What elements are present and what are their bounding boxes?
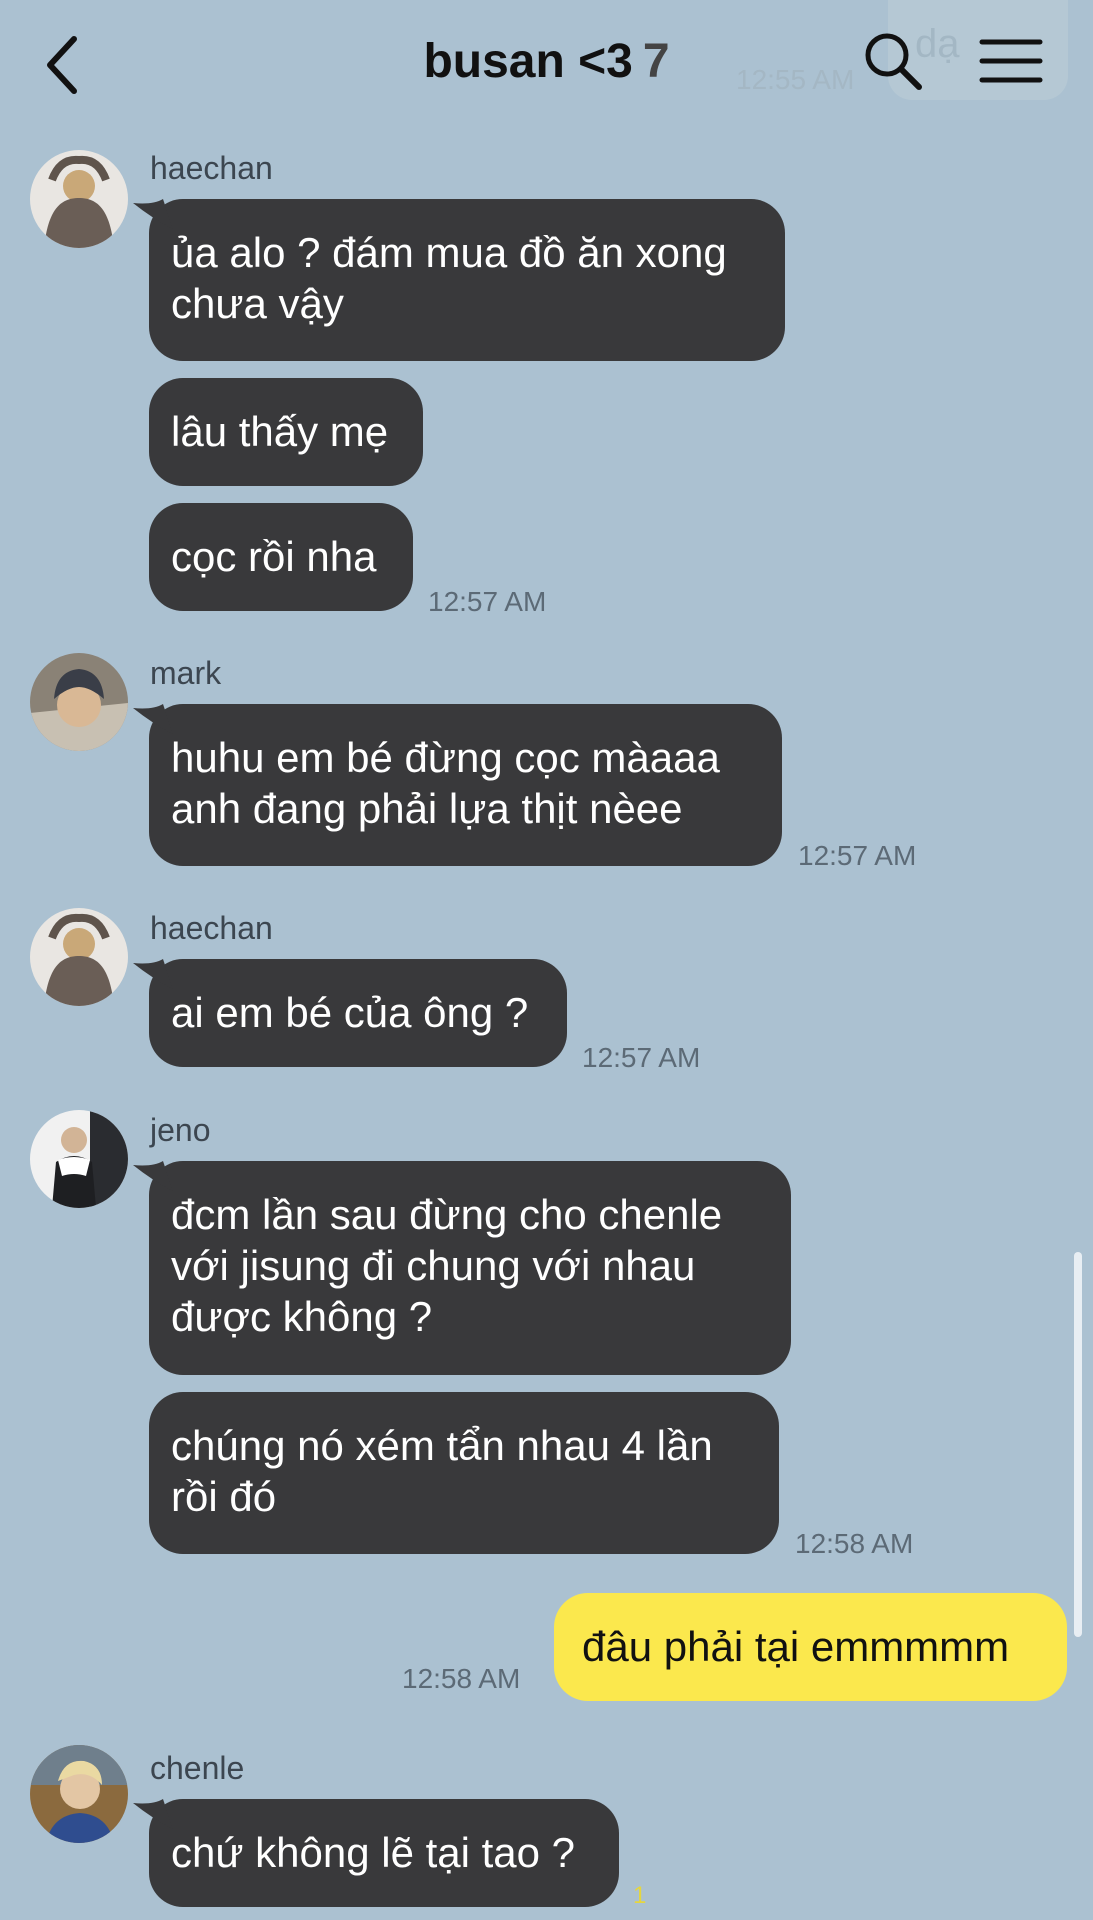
chat-header: dạ 12:55 AM busan <3 7 xyxy=(0,0,1093,135)
message-bubble[interactable]: ai em bé của ông ? xyxy=(133,959,567,1067)
member-count: 7 xyxy=(642,35,670,88)
message-timestamp: 12:57 AM xyxy=(428,586,547,617)
sender-name: haechan xyxy=(150,150,273,186)
message-text: đcm lần sau đừng cho chenle với jisung đ… xyxy=(171,1191,723,1340)
message-bubble[interactable]: chứ không lẽ tại tao ? xyxy=(133,1799,619,1907)
search-button[interactable] xyxy=(862,30,924,92)
message-text: huhu em bé đừng cọc màaaa anh đang phải … xyxy=(171,734,720,832)
message-bubble[interactable]: lâu thấy mẹ xyxy=(149,378,423,486)
search-icon xyxy=(865,33,922,90)
profile-photo xyxy=(30,1110,128,1208)
message-text: chúng nó xém tẩn nhau 4 lần rồi đó xyxy=(171,1422,713,1520)
bubble-tail xyxy=(133,1161,173,1191)
profile-photo xyxy=(30,150,128,248)
message-text: chứ không lẽ tại tao ? xyxy=(171,1829,576,1876)
message-text: cọc rồi nha xyxy=(171,533,377,580)
bubble-tail xyxy=(133,959,173,989)
message-bubble[interactable]: huhu em bé đừng cọc màaaa anh đang phải … xyxy=(133,704,782,866)
chat-name: busan <3 xyxy=(423,35,633,88)
sender-name: jeno xyxy=(150,1112,211,1148)
avatar-mark[interactable] xyxy=(30,653,128,751)
message-text: ủa alo ? đám mua đồ ăn xong chưa vậy xyxy=(171,229,727,327)
message-timestamp: 12:57 AM xyxy=(582,1042,701,1073)
message-bubble[interactable]: đcm lần sau đừng cho chenle với jisung đ… xyxy=(133,1161,791,1375)
message-bubble[interactable]: cọc rồi nha xyxy=(149,503,413,611)
message-bubble[interactable]: ủa alo ? đám mua đồ ăn xong chưa vậy xyxy=(133,199,785,361)
bubble-tail xyxy=(133,199,173,229)
profile-photo xyxy=(30,653,128,751)
message-bubble[interactable]: chúng nó xém tẩn nhau 4 lần rồi đó xyxy=(149,1392,779,1554)
chat-title: busan <3 7 xyxy=(0,34,1093,89)
avatar-jeno[interactable] xyxy=(30,1110,128,1208)
message-text: ai em bé của ông ? xyxy=(171,989,529,1036)
profile-photo xyxy=(30,908,128,1006)
sender-name: mark xyxy=(150,655,222,691)
my-message-bubble[interactable]: đâu phải tại emmmmm xyxy=(554,1593,1067,1701)
message-timestamp: 12:58 AM xyxy=(795,1528,914,1559)
message-text: lâu thấy mẹ xyxy=(171,408,389,455)
sender-name: chenle xyxy=(150,1750,245,1786)
avatar-haechan[interactable] xyxy=(30,908,128,1006)
sender-name: haechan xyxy=(150,910,273,946)
menu-button[interactable] xyxy=(978,36,1044,86)
profile-photo xyxy=(30,1745,128,1843)
message-timestamp: 12:58 AM xyxy=(402,1663,521,1694)
unread-count: 1 xyxy=(633,1882,647,1909)
avatar-haechan[interactable] xyxy=(30,150,128,248)
avatar-chenle[interactable] xyxy=(30,1745,128,1843)
bubble-tail xyxy=(133,704,173,734)
menu-icon xyxy=(979,39,1043,83)
bubble-tail xyxy=(133,1799,173,1829)
message-text: đâu phải tại emmmmm xyxy=(582,1623,1010,1670)
message-timestamp: 12:57 AM xyxy=(798,840,917,871)
scrollbar[interactable] xyxy=(1074,1252,1082,1637)
